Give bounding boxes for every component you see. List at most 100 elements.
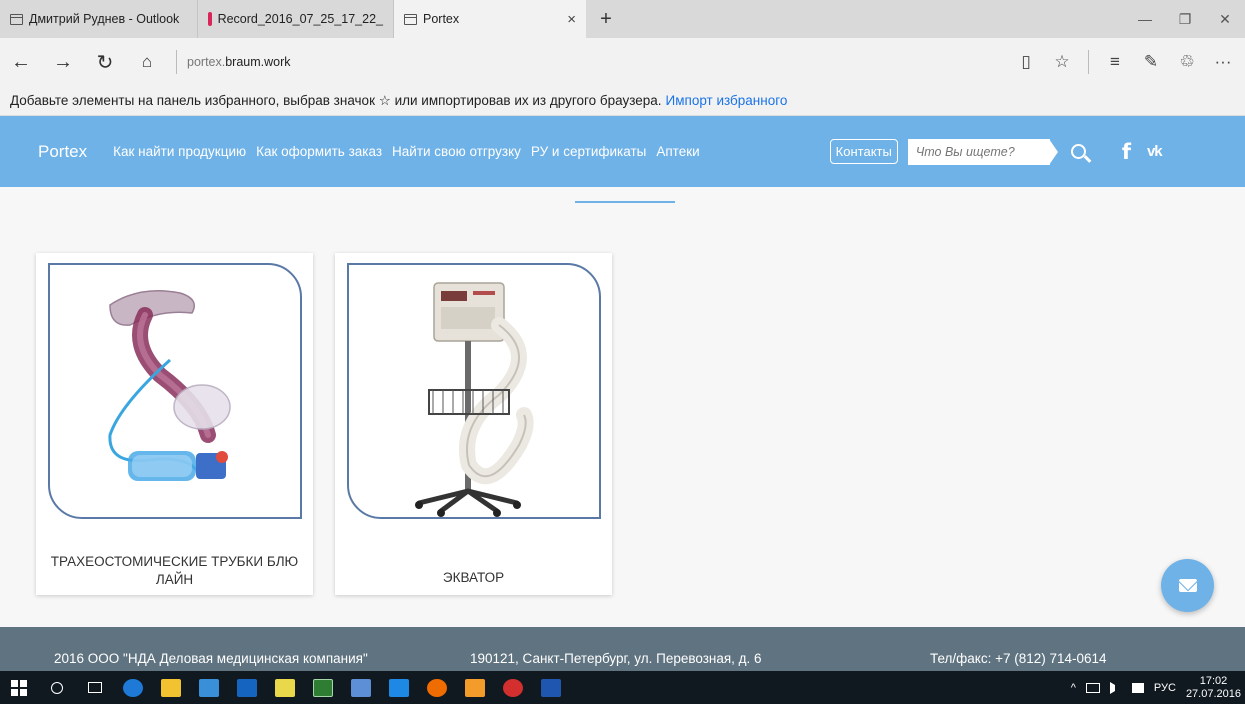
windows-taskbar: ^ РУС 17:02 27.07.2016 (0, 671, 1245, 704)
start-button[interactable] (0, 671, 38, 704)
notifications-icon[interactable] (1131, 682, 1144, 693)
close-window-icon[interactable]: ✕ (1205, 11, 1245, 28)
favorites-hint: Добавьте элементы на панель избранного, … (10, 92, 662, 108)
restore-icon[interactable]: ❐ (1165, 11, 1205, 28)
word-icon (541, 678, 561, 697)
taskbar-word[interactable] (532, 671, 570, 704)
footer-phone: Тел/факс: +7 (812) 714-0614 (930, 651, 1107, 666)
refresh-icon[interactable]: ↻ (84, 50, 126, 75)
forward-icon[interactable]: → (42, 51, 84, 74)
tab-title: Дмитрий Руднев - Outlook (29, 12, 180, 26)
window-icon (10, 13, 23, 25)
taskbar-opera[interactable] (494, 671, 532, 704)
vk-icon[interactable]: vk (1147, 143, 1163, 160)
calendar-icon (389, 678, 409, 697)
reading-view-icon[interactable]: ▯ (1008, 52, 1044, 72)
taskbar-explorer[interactable] (152, 671, 190, 704)
taskbar-outlook[interactable] (228, 671, 266, 704)
menu-item-shipment[interactable]: Найти свою отгрузку (392, 144, 521, 159)
search-input[interactable] (907, 138, 1050, 165)
outlook-icon (237, 678, 257, 697)
address-prefix: portex. (187, 55, 226, 69)
site-header: Portex Как найти продукцию Как оформить … (0, 116, 1245, 187)
product-card-tracheostomy[interactable]: ТРАХЕОСТОМИЧЕСКИЕ ТРУБКИ БЛЮ ЛАЙН (36, 253, 313, 595)
network-tray-icon[interactable] (1085, 682, 1100, 693)
tracheostomy-tube-image (108, 290, 231, 481)
close-tab-icon[interactable]: × (567, 11, 576, 28)
network-icon (351, 678, 371, 697)
input-language[interactable]: РУС (1154, 682, 1176, 694)
taskbar-calendar[interactable] (380, 671, 418, 704)
tab-title: Record_2016_07_25_17_22_ (217, 12, 383, 26)
search-icon (51, 681, 63, 694)
taskbar-firefox[interactable] (418, 671, 456, 704)
taskbar-batman[interactable] (266, 671, 304, 704)
search-icon (1071, 144, 1087, 159)
product-image-frame (48, 263, 302, 519)
clock[interactable]: 17:02 27.07.2016 (1186, 675, 1241, 701)
opera-icon (503, 678, 523, 697)
address-host: braum.work (225, 55, 291, 69)
product-title[interactable]: ЭКВАТОР (345, 569, 602, 605)
task-view-icon (88, 682, 102, 693)
share-icon[interactable]: ♲ (1169, 52, 1205, 72)
tab-portex[interactable]: Portex × (394, 0, 586, 38)
facebook-icon[interactable]: f (1122, 140, 1131, 164)
main-menu: Как найти продукцию Как оформить заказ Н… (113, 144, 710, 159)
volume-icon[interactable] (1109, 681, 1122, 694)
menu-item-order[interactable]: Как оформить заказ (256, 144, 382, 159)
product-card-ekvator[interactable]: ЭКВАТОР (335, 253, 612, 595)
menu-item-certificates[interactable]: РУ и сертификаты (531, 144, 646, 159)
section-accent-line (575, 201, 675, 203)
taskbar-dreamweaver[interactable] (304, 671, 342, 704)
new-tab-button[interactable]: + (586, 0, 626, 38)
web-note-icon[interactable]: ✎ (1133, 52, 1169, 72)
favorites-bar: Добавьте элементы на панель избранного, … (0, 86, 1245, 116)
search-button[interactable] (1048, 138, 1108, 165)
system-tray: ^ РУС 17:02 27.07.2016 (1071, 675, 1245, 701)
window-controls: — ❐ ✕ (1125, 0, 1245, 38)
clapperboard-icon (208, 12, 212, 26)
feedback-mail-button[interactable] (1161, 559, 1214, 612)
hub-icon[interactable]: ≡ (1097, 52, 1133, 72)
clock-time: 17:02 (1199, 674, 1228, 687)
taskbar-app[interactable] (190, 671, 228, 704)
app-icon (199, 678, 219, 697)
toolbar-divider (1088, 50, 1089, 74)
search-taskbar-button[interactable] (38, 671, 76, 704)
tab-record[interactable]: Record_2016_07_25_17_22_ (198, 0, 394, 38)
back-icon[interactable]: ← (0, 51, 42, 74)
clock-date: 27.07.2016 (1185, 687, 1241, 700)
menu-item-pharmacies[interactable]: Аптеки (656, 144, 699, 159)
menu-item-find-products[interactable]: Как найти продукцию (113, 144, 246, 159)
taskbar-network[interactable] (342, 671, 380, 704)
checkbox-app-icon (465, 678, 485, 697)
address-bar[interactable]: portex. braum.work (176, 50, 936, 74)
more-icon[interactable]: ··· (1205, 52, 1241, 72)
game-icon (275, 678, 295, 697)
taskbar-tasks[interactable] (456, 671, 494, 704)
product-image-frame (347, 263, 601, 519)
browser-nav-bar: ← → ↻ ⌂ portex. braum.work ▯ ☆ ≡ ✎ ♲ ··· (0, 38, 1245, 86)
product-title[interactable]: ТРАХЕОСТОМИЧЕСКИЕ ТРУБКИ БЛЮ ЛАЙН (46, 553, 303, 589)
ekvator-device-image (415, 282, 534, 517)
site-footer: 2016 ООО "НДА Деловая медицинская компан… (0, 627, 1245, 671)
import-favorites-link[interactable]: Импорт избранного (666, 93, 788, 108)
envelope-icon (1178, 579, 1197, 592)
task-view-button[interactable] (76, 671, 114, 704)
taskbar-edge[interactable] (114, 671, 152, 704)
home-icon[interactable]: ⌂ (126, 52, 168, 72)
firefox-icon (427, 678, 447, 697)
tab-outlook[interactable]: Дмитрий Руднев - Outlook (0, 0, 198, 38)
tab-title: Portex (423, 12, 460, 26)
contacts-button[interactable]: Контакты (829, 139, 898, 164)
footer-company: 2016 ООО "НДА Деловая медицинская компан… (54, 651, 368, 666)
site-logo[interactable]: Portex (38, 142, 87, 162)
favorite-star-icon[interactable]: ☆ (1044, 52, 1080, 72)
minimize-icon[interactable]: — (1125, 11, 1165, 27)
dreamweaver-icon (313, 678, 333, 697)
edge-icon (123, 678, 143, 697)
browser-tab-bar: Дмитрий Руднев - Outlook Record_2016_07_… (0, 0, 1245, 38)
window-icon (404, 13, 417, 25)
tray-chevron-icon[interactable]: ^ (1071, 682, 1076, 694)
